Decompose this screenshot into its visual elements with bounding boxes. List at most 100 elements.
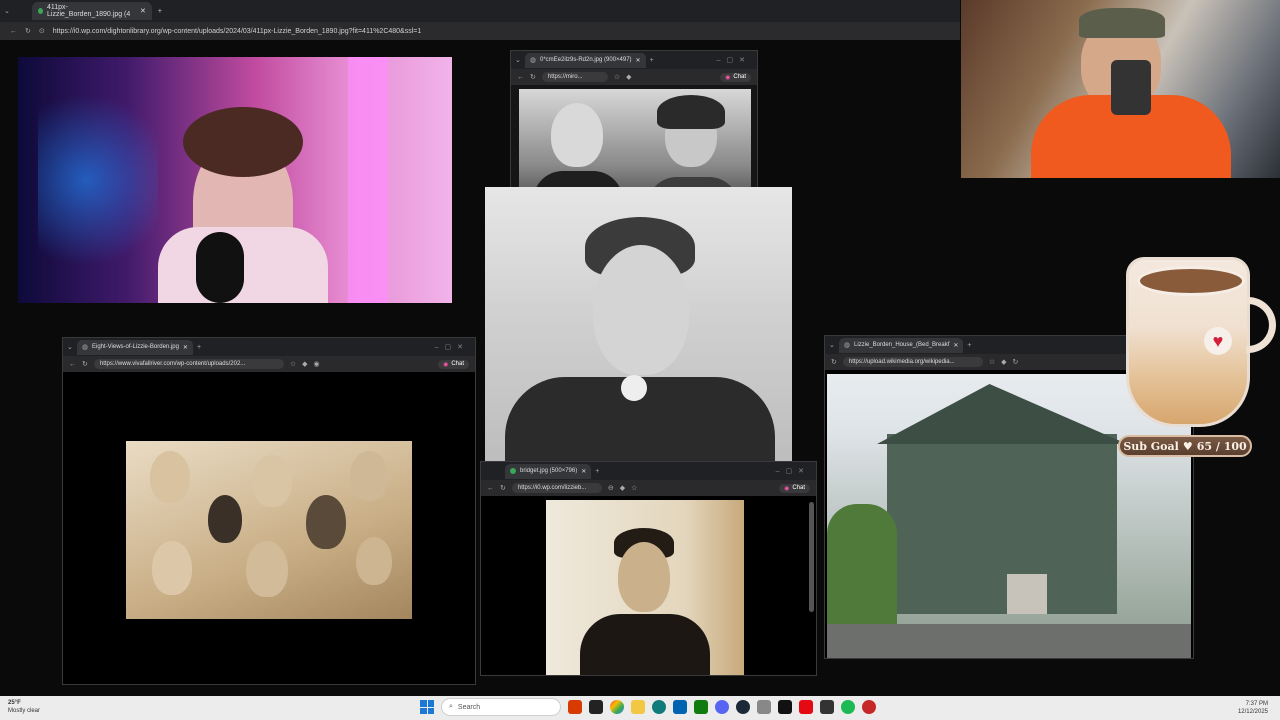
window-tab[interactable]: bridget.jpg (500×796) ✕ xyxy=(505,463,592,479)
zoom-icon[interactable]: ⊖ xyxy=(608,484,614,492)
search-placeholder: Search xyxy=(457,703,481,711)
system-clock[interactable]: 7:37 PM 12/12/2025 xyxy=(1238,700,1268,716)
star-icon[interactable]: ☆ xyxy=(290,360,296,368)
chat-button[interactable]: ◉ Chat xyxy=(779,483,810,493)
reload-icon[interactable]: ↻ xyxy=(530,73,536,81)
window-controls[interactable]: –▢✕ xyxy=(435,343,475,351)
main-browser-tab[interactable]: 411px-Lizzie_Borden_1890.jpg (4 ✕ xyxy=(31,2,152,20)
window-url[interactable]: https://www.vivafallriver.com/wp-content… xyxy=(93,359,284,369)
window-url[interactable]: https://miro... xyxy=(541,72,608,82)
globe-icon: ◍ xyxy=(529,57,536,64)
sub-goal-label: Sub Goal xyxy=(1123,439,1179,453)
app-icon-2[interactable] xyxy=(673,700,687,714)
extension-icon[interactable]: ◆ xyxy=(626,73,631,81)
back-icon[interactable]: ← xyxy=(517,74,524,81)
app-icon-4[interactable] xyxy=(778,700,792,714)
window-tabbar: bridget.jpg (500×796) ✕ + –▢✕ xyxy=(481,462,816,480)
window-tab-title: Lizzie_Borden_House_(Bed_Breakf xyxy=(853,342,950,348)
window-tabbar: ⌄ ◍ 0*cmEe2ilz9s-Rd2n.jpg (900×497) ✕ + … xyxy=(511,51,757,69)
scrollbar[interactable] xyxy=(809,502,814,612)
extension-icon[interactable]: ◆ xyxy=(1001,358,1006,366)
window-tab[interactable]: ◍ Lizzie_Borden_House_(Bed_Breakf ✕ xyxy=(838,337,964,353)
extension-icon[interactable]: ◆ xyxy=(620,484,625,492)
chat-button[interactable]: ◉ Chat xyxy=(438,359,469,369)
new-tab-icon[interactable]: + xyxy=(595,468,599,475)
tab-favicon-icon xyxy=(510,468,516,474)
star-icon[interactable]: ☆ xyxy=(631,484,637,492)
chat-label: Chat xyxy=(733,74,746,80)
discord-icon[interactable] xyxy=(715,700,729,714)
tab-menu-icon[interactable]: ⌄ xyxy=(67,343,73,351)
stream-canvas: ⌄ 411px-Lizzie_Borden_1890.jpg (4 ✕ + ← … xyxy=(0,0,1280,720)
copilot-icon: ◉ xyxy=(725,74,731,81)
file-explorer-icon[interactable] xyxy=(631,700,645,714)
window-address-bar: ← ↻ https://miro... ☆ ◆ ◉ Chat xyxy=(511,69,757,85)
close-icon[interactable]: ✕ xyxy=(581,468,586,475)
new-tab-icon[interactable]: + xyxy=(967,342,971,349)
webcam-left xyxy=(18,57,452,303)
taskbar-search[interactable]: ⌕ Search xyxy=(441,698,561,716)
tab-menu-icon[interactable]: ⌄ xyxy=(515,56,521,64)
chat-label: Chat xyxy=(792,485,805,491)
window-controls[interactable]: –▢✕ xyxy=(717,56,757,64)
tab-menu-icon[interactable]: ⌄ xyxy=(829,341,835,349)
edge-icon[interactable] xyxy=(652,700,666,714)
weather-desc: Mostly clear xyxy=(8,708,41,714)
reload-icon[interactable]: ↻ xyxy=(831,358,837,366)
main-browser-tabbar: ⌄ 411px-Lizzie_Borden_1890.jpg (4 ✕ + xyxy=(0,0,960,22)
app-icon-5[interactable] xyxy=(820,700,834,714)
back-icon[interactable]: ← xyxy=(487,485,494,492)
windows-taskbar: 25°F Mostly clear ⌕ Search 7:37 PM 12/12… xyxy=(0,696,1280,720)
reload-icon[interactable]: ↻ xyxy=(500,484,506,492)
globe-icon: ◍ xyxy=(843,342,850,349)
close-icon[interactable]: ✕ xyxy=(140,7,146,15)
reload-icon[interactable]: ↻ xyxy=(1013,358,1019,366)
close-icon[interactable]: ✕ xyxy=(953,342,958,349)
xbox-icon[interactable] xyxy=(694,700,708,714)
image-eight-views-collage xyxy=(126,441,412,619)
app-icon-1[interactable] xyxy=(568,700,582,714)
window-tab-title: 0*cmEe2ilz9s-Rd2n.jpg (900×497) xyxy=(539,57,632,63)
app-icon-6[interactable] xyxy=(862,700,876,714)
close-icon[interactable]: ✕ xyxy=(183,344,188,351)
spotify-icon[interactable] xyxy=(841,700,855,714)
weather-widget[interactable]: 25°F Mostly clear xyxy=(8,699,40,715)
star-icon[interactable]: ☆ xyxy=(614,73,620,81)
windows-start-icon[interactable] xyxy=(420,700,434,714)
tab-favicon-icon xyxy=(37,8,43,14)
chrome-icon[interactable] xyxy=(610,700,624,714)
chat-button[interactable]: ◉ Chat xyxy=(720,72,751,82)
back-icon[interactable]: ← xyxy=(69,361,76,368)
window-tab[interactable]: ◍ 0*cmEe2ilz9s-Rd2n.jpg (900×497) ✕ xyxy=(524,52,646,68)
new-tab-icon[interactable]: + xyxy=(158,8,162,15)
steam-icon[interactable] xyxy=(736,700,750,714)
reload-icon[interactable]: ↻ xyxy=(82,360,88,368)
sub-goal-widget: ♥ Sub Goal ♥ 65 / 100 xyxy=(1118,255,1280,465)
shirt-logo-graphic xyxy=(1097,132,1187,144)
window-url[interactable]: https://i0.wp.com/lizzieb... xyxy=(511,483,602,493)
main-url[interactable]: https://i0.wp.com/dightonlibrary.org/wp-… xyxy=(53,28,422,35)
star-icon[interactable]: ☆ xyxy=(989,358,995,366)
chat-label: Chat xyxy=(451,361,464,367)
window-tab-title: bridget.jpg (500×796) xyxy=(520,468,578,474)
task-view-icon[interactable] xyxy=(589,700,603,714)
profile-icon[interactable]: ◉ xyxy=(314,360,320,368)
window-controls[interactable]: –▢✕ xyxy=(776,467,816,475)
close-icon[interactable]: ✕ xyxy=(636,57,641,64)
main-address-bar[interactable]: ← ↻ ⊙ https://i0.wp.com/dightonlibrary.o… xyxy=(0,22,960,40)
new-tab-icon[interactable]: + xyxy=(650,57,654,64)
window-tabbar: ⌄ ◍ Eight-Views-of-Lizzie-Borden.jpg ✕ +… xyxy=(63,338,475,356)
app-icon-3[interactable] xyxy=(757,700,771,714)
site-info-icon[interactable]: ⊙ xyxy=(39,27,45,35)
new-tab-icon[interactable]: + xyxy=(197,344,201,351)
sub-goal-value: 65 / 100 xyxy=(1196,439,1247,453)
window-tab[interactable]: ◍ Eight-Views-of-Lizzie-Borden.jpg ✕ xyxy=(76,339,193,355)
browser-window-left[interactable]: ⌄ ◍ Eight-Views-of-Lizzie-Borden.jpg ✕ +… xyxy=(62,337,476,685)
back-icon[interactable]: ← xyxy=(10,28,17,35)
window-url[interactable]: https://upload.wikimedia.org/wikipedia..… xyxy=(842,357,983,367)
reload-icon[interactable]: ↻ xyxy=(25,27,31,35)
browser-window-middle[interactable]: bridget.jpg (500×796) ✕ + –▢✕ ← ↻ https:… xyxy=(480,461,817,676)
netflix-icon[interactable] xyxy=(799,700,813,714)
tab-menu-icon[interactable]: ⌄ xyxy=(4,7,10,15)
extension-icon[interactable]: ◆ xyxy=(302,360,307,368)
